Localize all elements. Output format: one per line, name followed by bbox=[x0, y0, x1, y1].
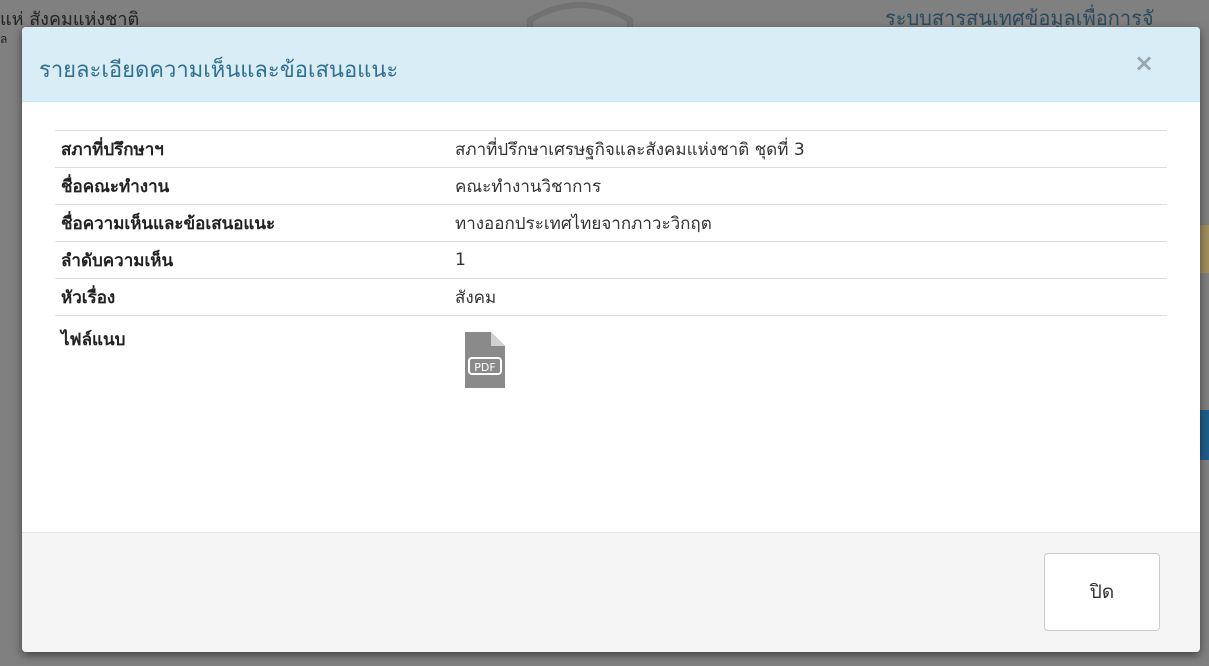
table-row-attachment: ไฟล์แนบ PDF bbox=[55, 315, 1167, 436]
background-left-subtitle: ล bbox=[0, 32, 8, 46]
close-button[interactable]: ปิด bbox=[1044, 553, 1160, 631]
modal-title: รายละเอียดความเห็นและข้อเสนอแนะ bbox=[39, 58, 399, 83]
row-label-comment-name: ชื่อความเห็นและข้อเสนอแนะ bbox=[55, 204, 449, 242]
close-icon[interactable]: × bbox=[1134, 49, 1154, 77]
table-row: ลำดับความเห็น 1 bbox=[55, 241, 1167, 279]
table-row: หัวเรื่อง สังคม bbox=[55, 278, 1167, 316]
row-label-comment-order: ลำดับความเห็น bbox=[55, 241, 449, 279]
row-value-council: สภาที่ปรึกษาเศรษฐกิจและสังคมแห่งชาติ ชุด… bbox=[449, 130, 1167, 168]
table-row: ชื่อคณะทำงาน คณะทำงานวิชาการ bbox=[55, 167, 1167, 205]
row-label-working-group: ชื่อคณะทำงาน bbox=[55, 167, 449, 205]
modal-footer: ปิด bbox=[22, 532, 1200, 652]
row-value-attachment: PDF bbox=[449, 315, 1167, 436]
row-label-topic: หัวเรื่อง bbox=[55, 278, 449, 316]
comment-detail-modal: รายละเอียดความเห็นและข้อเสนอแนะ × สภาที่… bbox=[22, 27, 1200, 652]
row-value-comment-name: ทางออกประเทศไทยจากภาวะวิกฤต bbox=[449, 204, 1167, 242]
row-value-working-group: คณะทำงานวิชาการ bbox=[449, 167, 1167, 205]
row-label-attachment: ไฟล์แนบ bbox=[55, 315, 449, 436]
row-label-council: สภาที่ปรึกษาฯ bbox=[55, 130, 449, 168]
pdf-icon-label: PDF bbox=[474, 361, 495, 374]
table-row: สภาที่ปรึกษาฯ สภาที่ปรึกษาเศรษฐกิจและสัง… bbox=[55, 130, 1167, 168]
modal-header: รายละเอียดความเห็นและข้อเสนอแนะ × bbox=[22, 27, 1200, 102]
table-row: ชื่อความเห็นและข้อเสนอแนะ ทางออกประเทศไท… bbox=[55, 204, 1167, 242]
detail-table: สภาที่ปรึกษาฯ สภาที่ปรึกษาเศรษฐกิจและสัง… bbox=[55, 130, 1167, 436]
modal-body: สภาที่ปรึกษาฯ สภาที่ปรึกษาเศรษฐกิจและสัง… bbox=[22, 102, 1200, 532]
row-value-topic: สังคม bbox=[449, 278, 1167, 316]
row-value-comment-order: 1 bbox=[449, 241, 1167, 279]
pdf-file-icon[interactable]: PDF bbox=[461, 330, 509, 390]
